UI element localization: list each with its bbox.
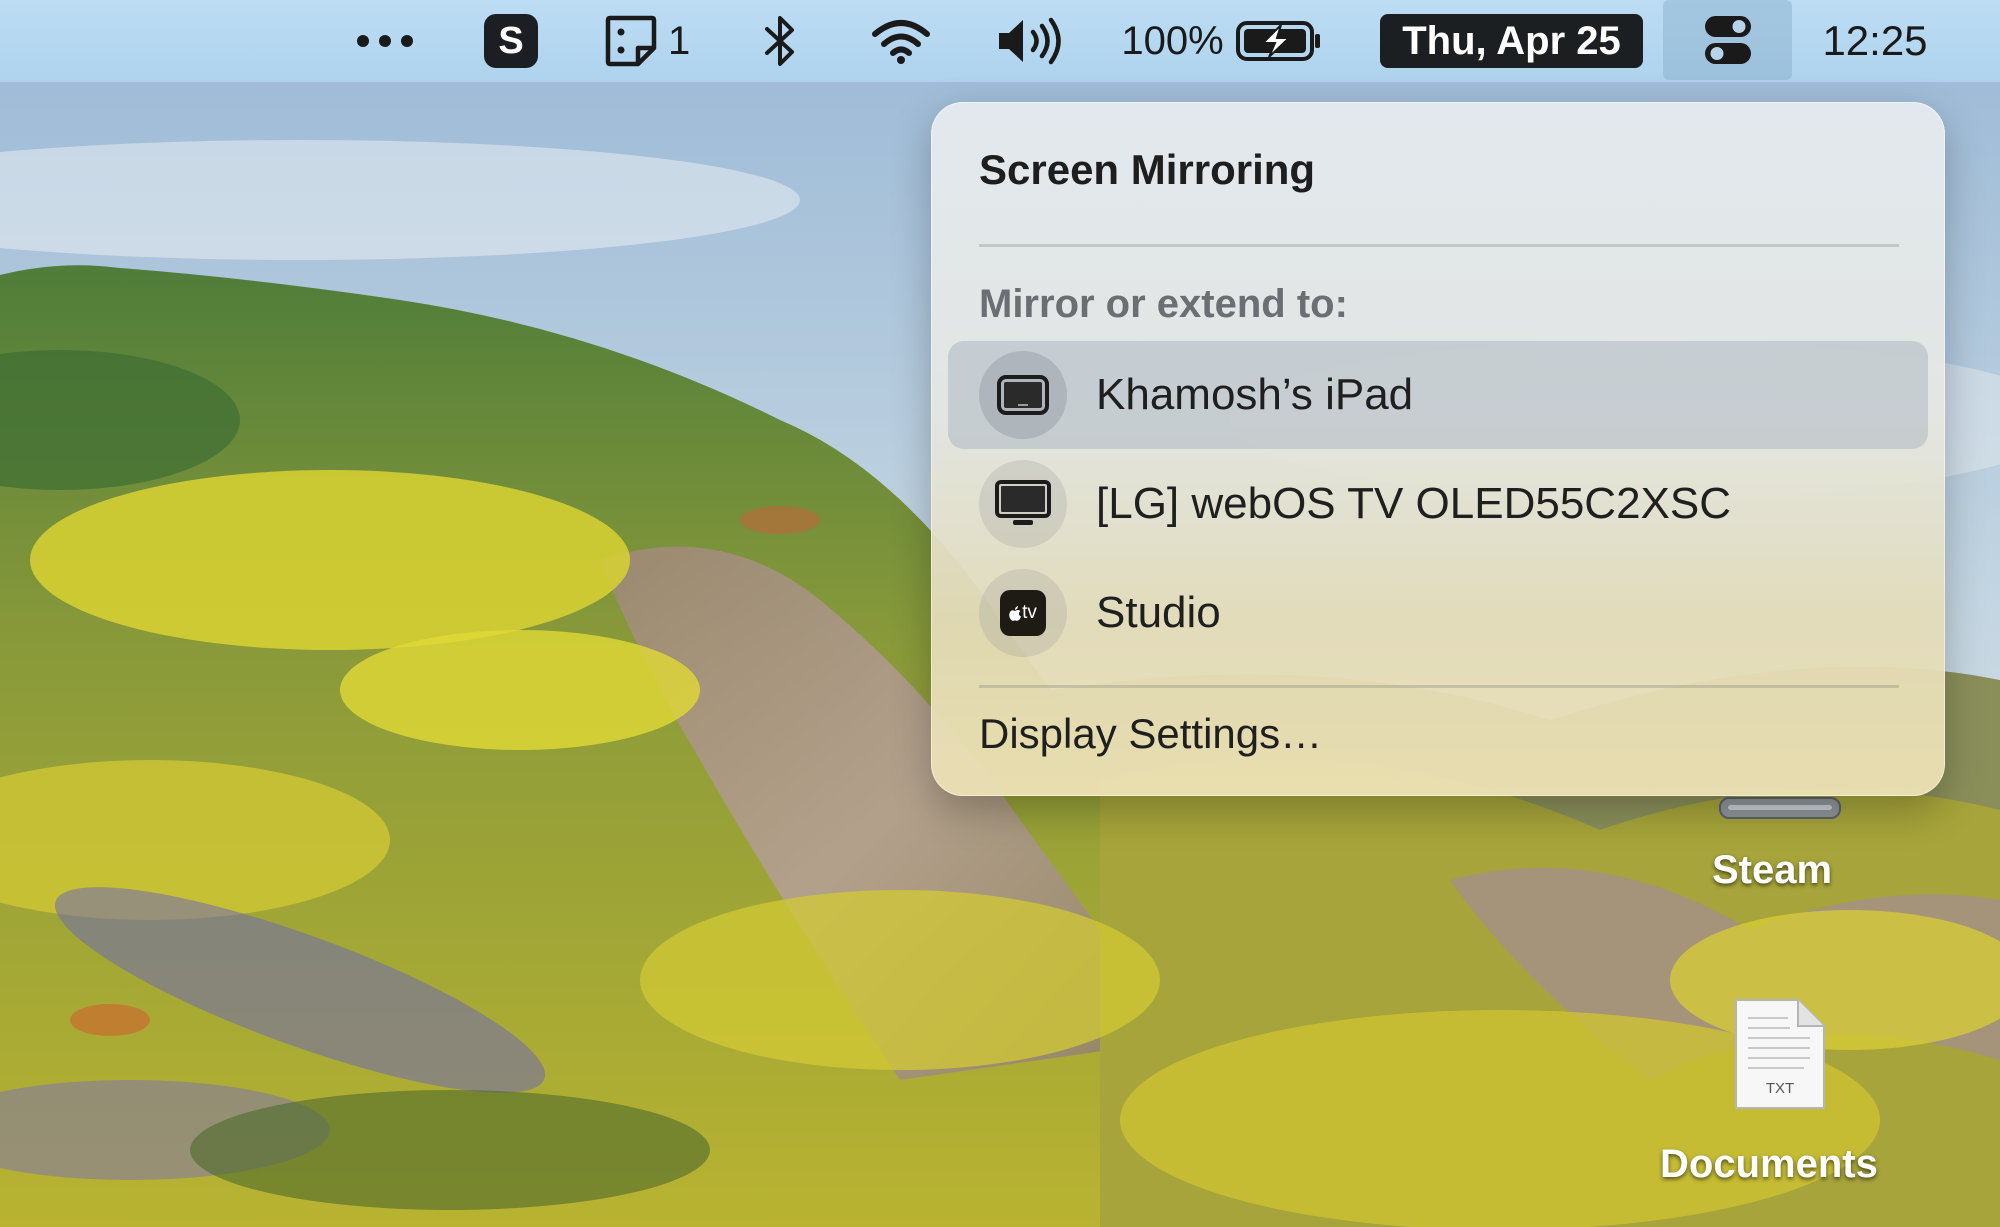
documents-file-icon[interactable]: TXT [1730,996,1830,1112]
steam-drive-icon[interactable] [1718,796,1842,820]
tv-icon [979,460,1067,548]
device-label: [LG] webOS TV OLED55C2XSC [1096,479,1732,528]
skype-menu-item[interactable]: S [482,0,540,82]
clock[interactable]: 12:25 [1810,0,1940,82]
section-label: Mirror or extend to: [979,282,1348,326]
device-label: Studio [1096,588,1221,637]
battery-menu-item[interactable] [1234,0,1324,82]
panel-title: Screen Mirroring [979,146,1316,193]
display-settings-button[interactable]: Display Settings… [979,710,1322,758]
sticky-note-icon [605,15,657,67]
menu-bar: S 1 100% Thu, Apr 25 12:25 [0,0,2000,82]
desktop-label-documents[interactable]: Documents [1660,1142,1878,1187]
device-row-ipad[interactable]: Khamosh’s iPad [948,341,1928,449]
device-row-studio[interactable]: tv Studio [948,559,1928,667]
skype-icon: S [484,14,538,68]
desktop-label-steam[interactable]: Steam [1712,848,1832,893]
stickies-count: 1 [668,18,691,63]
date-display[interactable]: Thu, Apr 25 [1380,14,1643,68]
wifi-menu-item[interactable] [868,0,934,82]
wifi-icon [872,20,930,64]
screen-mirroring-panel: Screen Mirroring Mirror or extend to: Kh… [931,102,1945,796]
volume-icon [999,17,1061,65]
volume-menu-item[interactable] [994,0,1066,82]
appletv-icon-text: tv [1022,602,1037,623]
apple-logo-icon [1009,605,1022,621]
control-center-button[interactable] [1663,0,1792,80]
ipad-icon [979,351,1067,439]
ellipsis-icon [357,35,413,47]
file-type-tag: TXT [1765,1080,1795,1097]
appletv-icon: tv [979,569,1067,657]
stickies-menu-item[interactable]: 1 [604,0,700,82]
divider [979,244,1899,247]
battery-charging-icon [1236,21,1320,61]
device-row-lg-tv[interactable]: [LG] webOS TV OLED55C2XSC [948,450,1928,558]
drive-icon [1719,797,1841,819]
battery-percentage: 100% [1121,18,1224,63]
control-center-icon [1704,16,1751,64]
bluetooth-menu-item[interactable] [758,0,802,82]
divider [979,685,1899,688]
skype-icon-letter: S [498,19,524,62]
more-menu-extras[interactable] [350,0,420,82]
bluetooth-icon [765,16,794,66]
device-label: Khamosh’s iPad [1096,370,1414,419]
